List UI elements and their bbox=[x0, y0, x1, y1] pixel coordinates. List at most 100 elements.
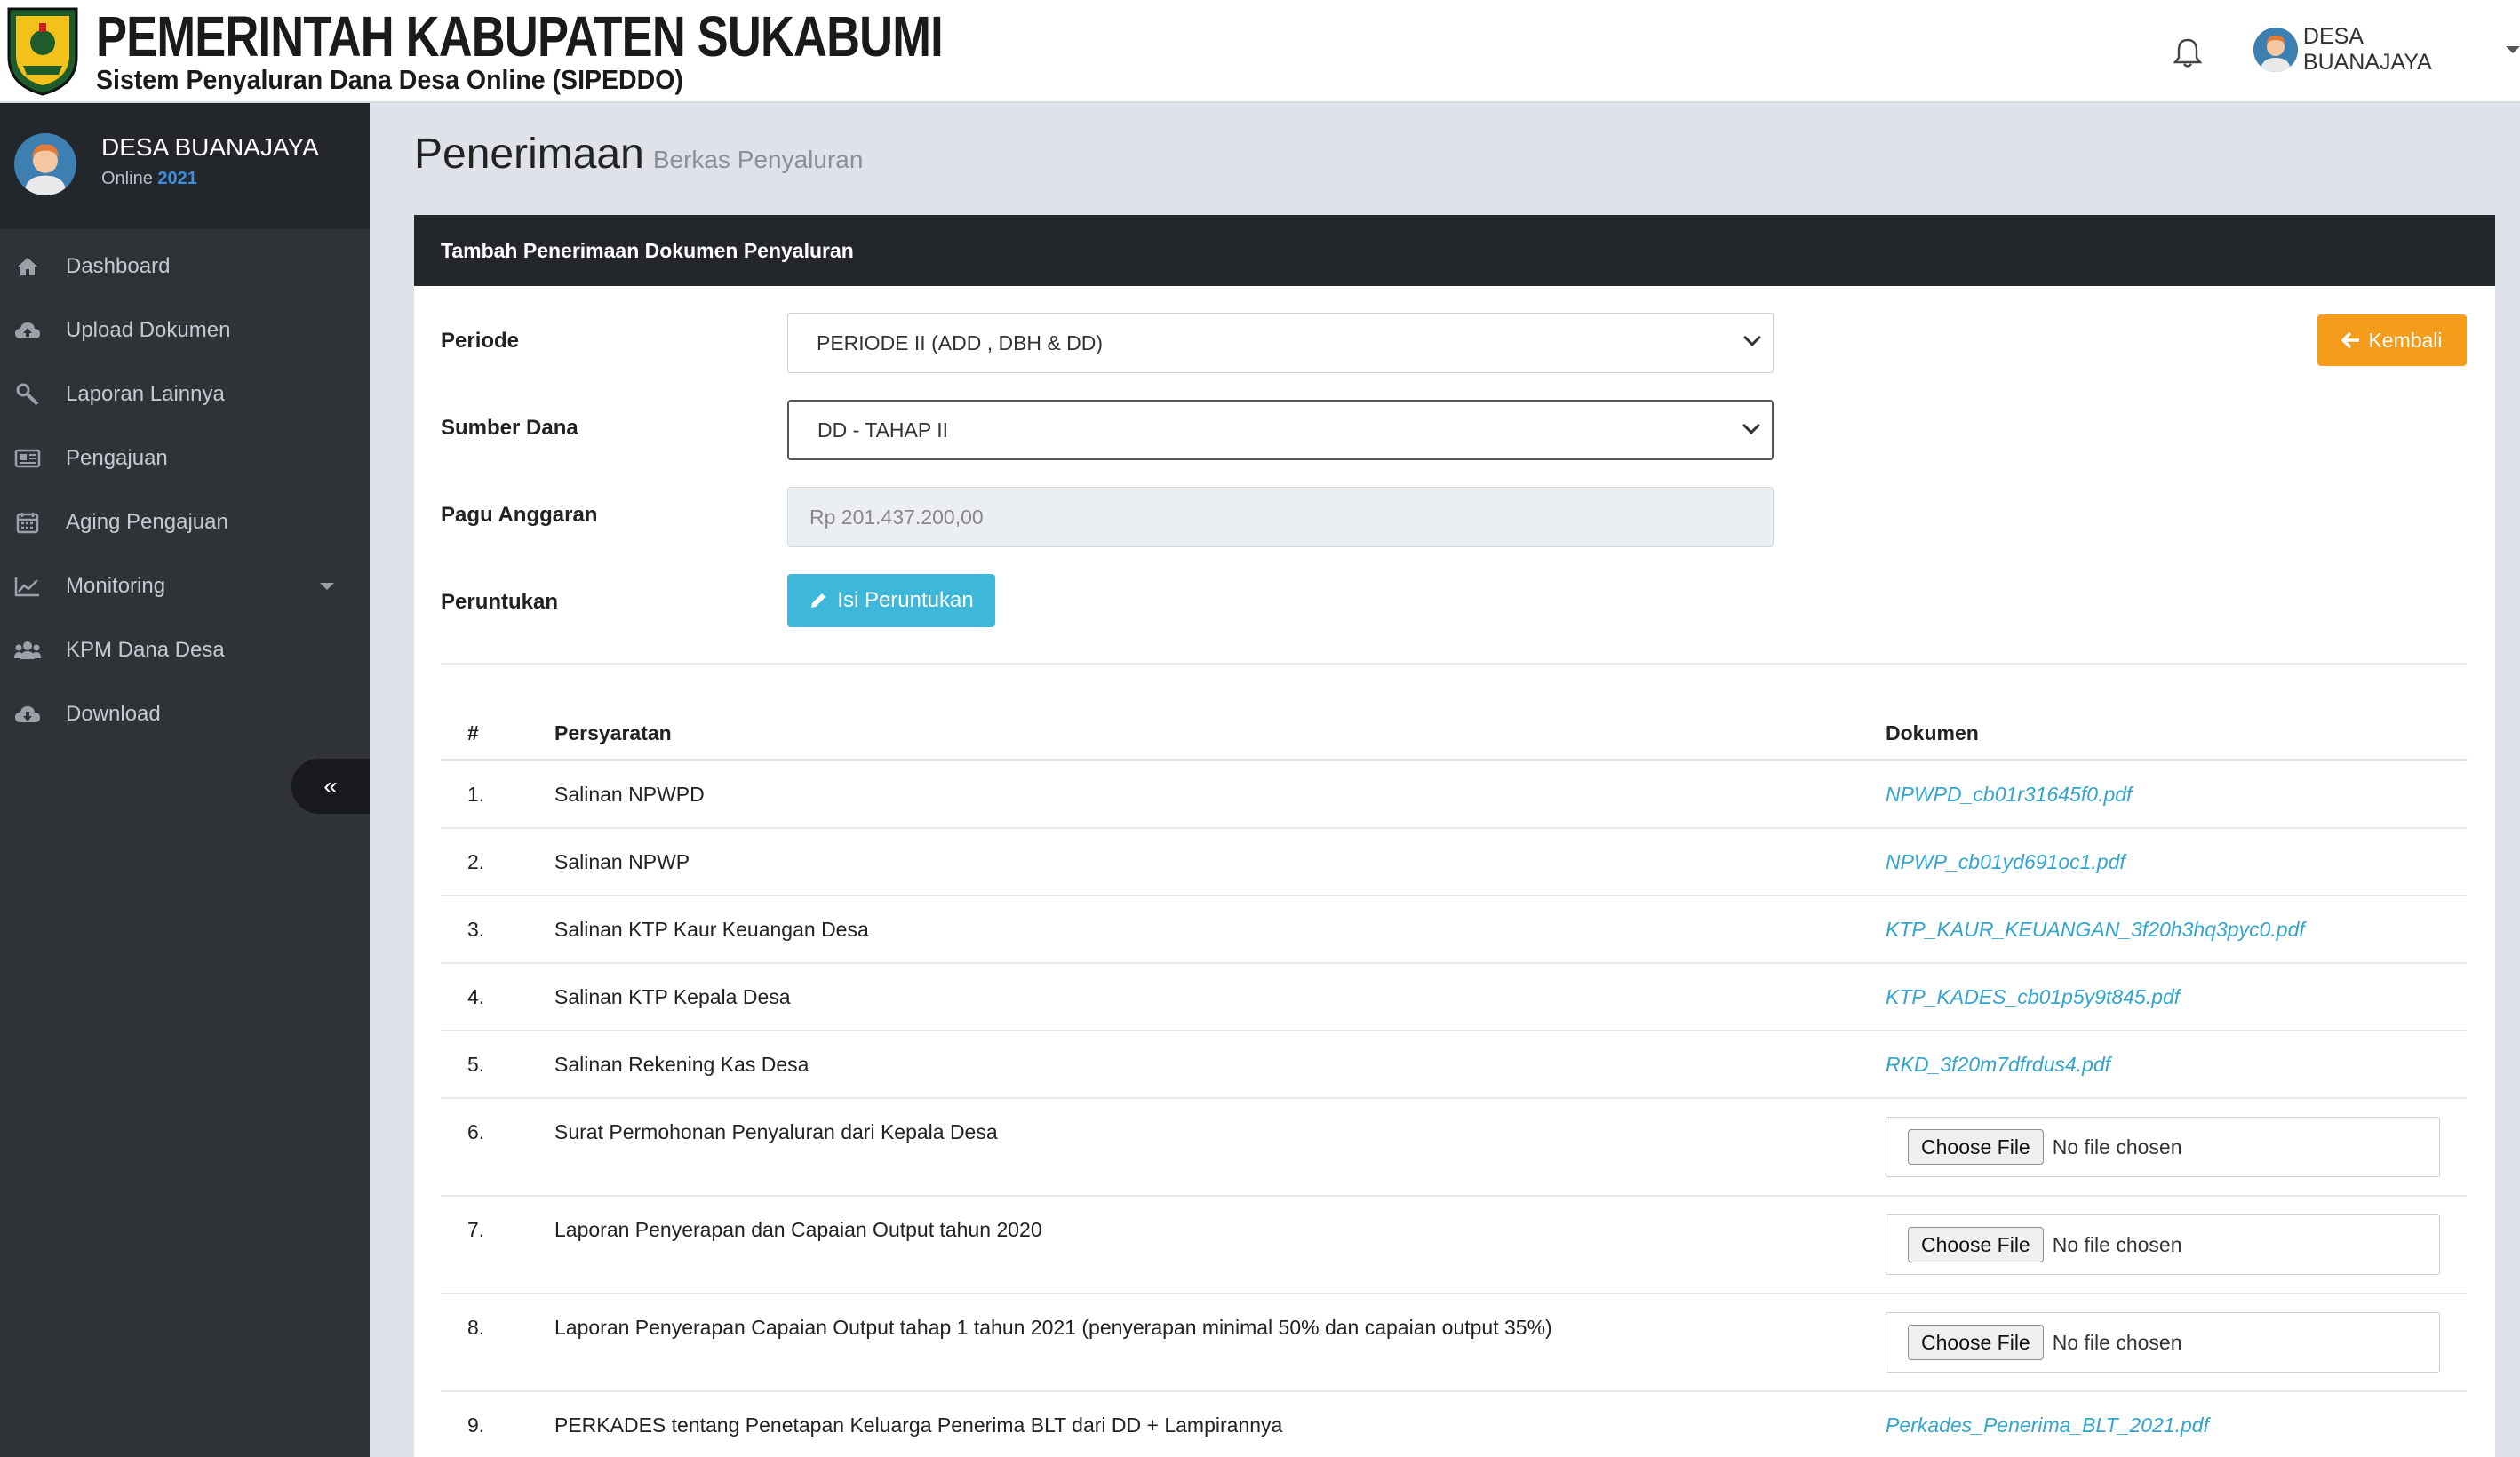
table-row: 7. Laporan Penyerapan dan Capaian Output… bbox=[441, 1197, 2467, 1294]
sidebar-item-label: Pengajuan bbox=[66, 446, 168, 470]
file-input[interactable]: Choose File No file chosen bbox=[1886, 1312, 2440, 1373]
users-icon bbox=[14, 637, 41, 664]
table-row: 6. Surat Permohonan Penyaluran dari Kepa… bbox=[441, 1099, 2467, 1197]
file-input[interactable]: Choose File No file chosen bbox=[1886, 1117, 2440, 1177]
document-link[interactable]: KTP_KADES_cb01p5y9t845.pdf bbox=[1886, 985, 2180, 1009]
requirement-text: Salinan KTP Kepala Desa bbox=[554, 985, 791, 1008]
sidebar-item-pengajuan[interactable]: Pengajuan bbox=[0, 426, 370, 490]
row-number: 2. bbox=[467, 850, 485, 873]
pagu-anggaran-value: Rp 201.437.200,00 bbox=[809, 505, 984, 529]
page-subtitle: Berkas Penyaluran bbox=[652, 146, 864, 173]
sumber-dana-label: Sumber Dana bbox=[441, 416, 578, 440]
sidebar-menu: Dashboard Upload Dokumen Laporan Lainnya… bbox=[0, 235, 370, 746]
table-row: 9. PERKADES tentang Penetapan Keluarga P… bbox=[441, 1392, 2467, 1457]
chevron-down-icon bbox=[2506, 46, 2520, 53]
isi-peruntukan-label: Isi Peruntukan bbox=[837, 588, 974, 612]
sidebar-item-download[interactable]: Download bbox=[0, 682, 370, 746]
chevron-down-icon bbox=[1743, 329, 1761, 346]
sidebar-item-kpm-dana-desa[interactable]: KPM Dana Desa bbox=[0, 618, 370, 682]
sidebar-item-label: Dashboard bbox=[66, 254, 171, 278]
row-number: 7. bbox=[467, 1218, 485, 1241]
sidebar-item-laporan-lainnya[interactable]: Laporan Lainnya bbox=[0, 362, 370, 426]
table-row: 1. Salinan NPWPD NPWPD_cb01r31645f0.pdf bbox=[441, 761, 2467, 829]
sidebar-item-label: Laporan Lainnya bbox=[66, 382, 225, 406]
back-button[interactable]: Kembali bbox=[2317, 314, 2467, 366]
caret-down-icon bbox=[320, 583, 334, 590]
sidebar-item-label: KPM Dana Desa bbox=[66, 638, 225, 662]
row-number: 6. bbox=[467, 1120, 485, 1143]
choose-file-button[interactable]: Choose File bbox=[1908, 1227, 2044, 1262]
table-row: 5. Salinan Rekening Kas Desa RKD_3f20m7d… bbox=[441, 1031, 2467, 1099]
chevron-down-icon bbox=[1742, 417, 1760, 434]
app-title: PEMERINTAH KABUPATEN SUKABUMI bbox=[96, 4, 944, 68]
sidebar-item-monitoring[interactable]: Monitoring bbox=[0, 554, 370, 618]
sidebar-item-label: Monitoring bbox=[66, 574, 166, 598]
requirement-text: Salinan Rekening Kas Desa bbox=[554, 1053, 809, 1076]
status-year: 2021 bbox=[157, 169, 197, 188]
row-number: 8. bbox=[467, 1316, 485, 1339]
document-link[interactable]: Perkades_Penerima_BLT_2021.pdf bbox=[1886, 1413, 2209, 1437]
page-title-text: Penerimaan bbox=[414, 131, 644, 178]
choose-file-button[interactable]: Choose File bbox=[1908, 1129, 2044, 1165]
pagu-anggaran-label: Pagu Anggaran bbox=[441, 503, 598, 527]
file-status-text: No file chosen bbox=[2052, 1232, 2182, 1256]
wrench-icon bbox=[14, 381, 41, 408]
sidebar-item-dashboard[interactable]: Dashboard bbox=[0, 235, 370, 299]
document-link[interactable]: NPWP_cb01yd691oc1.pdf bbox=[1886, 850, 2125, 874]
home-icon bbox=[14, 253, 41, 280]
requirement-text: Salinan KTP Kaur Keuangan Desa bbox=[554, 918, 869, 941]
row-number: 3. bbox=[467, 918, 485, 941]
column-header-persyaratan: Persyaratan bbox=[554, 721, 672, 744]
bell-icon[interactable] bbox=[2172, 36, 2204, 69]
sidebar-item-label: Download bbox=[66, 702, 161, 726]
periode-select[interactable]: PERIODE II (ADD , DBH & DD) bbox=[787, 313, 1774, 373]
sidebar-item-aging-pengajuan[interactable]: Aging Pengajuan bbox=[0, 490, 370, 554]
row-number: 9. bbox=[467, 1413, 485, 1437]
sidebar-item-upload-dokumen[interactable]: Upload Dokumen bbox=[0, 299, 370, 362]
status-label: Online bbox=[101, 169, 153, 188]
user-name: DESA BUANAJAYA bbox=[2302, 24, 2432, 75]
arrow-left-icon bbox=[2341, 331, 2360, 349]
column-header-number: # bbox=[467, 721, 479, 744]
double-chevron-left-icon: « bbox=[323, 772, 338, 800]
row-number: 4. bbox=[467, 985, 485, 1008]
row-number: 1. bbox=[467, 783, 485, 806]
sidebar-collapse-button[interactable]: « bbox=[291, 759, 370, 814]
document-link[interactable]: KTP_KAUR_KEUANGAN_3f20h3hq3pyc0.pdf bbox=[1886, 918, 2305, 942]
sidebar-user-panel: DESA BUANAJAYA Online 2021 bbox=[0, 103, 370, 229]
sidebar-item-label: Aging Pengajuan bbox=[66, 510, 228, 534]
table-row: 4. Salinan KTP Kepala Desa KTP_KADES_cb0… bbox=[441, 964, 2467, 1031]
requirement-text: Salinan NPWP bbox=[554, 850, 690, 873]
sidebar-user-name: DESA BUANAJAYA bbox=[101, 133, 319, 161]
document-link[interactable]: NPWPD_cb01r31645f0.pdf bbox=[1886, 783, 2132, 807]
requirement-text: Laporan Penyerapan dan Capaian Output ta… bbox=[554, 1218, 1042, 1241]
pencil-icon bbox=[811, 593, 826, 608]
column-header-dokumen: Dokumen bbox=[1886, 721, 1979, 744]
table-row: 3. Salinan KTP Kaur Keuangan Desa KTP_KA… bbox=[441, 896, 2467, 964]
row-number: 5. bbox=[467, 1053, 485, 1076]
pagu-anggaran-field: Rp 201.437.200,00 bbox=[787, 487, 1774, 547]
kabupaten-sukabumi-logo bbox=[7, 7, 78, 96]
sidebar-user-status: Online 2021 bbox=[101, 169, 197, 189]
avatar bbox=[14, 133, 76, 195]
calendar-icon bbox=[14, 509, 41, 536]
file-input[interactable]: Choose File No file chosen bbox=[1886, 1214, 2440, 1275]
cloud-download-icon bbox=[14, 701, 41, 728]
document-link[interactable]: RKD_3f20m7dfrdus4.pdf bbox=[1886, 1053, 2110, 1077]
periode-selected-value: PERIODE II (ADD , DBH & DD) bbox=[817, 330, 1104, 354]
requirement-text: Laporan Penyerapan Capaian Output tahap … bbox=[554, 1316, 1552, 1339]
back-button-label: Kembali bbox=[2368, 328, 2443, 352]
sumber-dana-select[interactable]: DD - TAHAP II bbox=[787, 400, 1774, 460]
form-card: Tambah Penerimaan Dokumen Penyaluran Kem… bbox=[414, 215, 2495, 1457]
app-subtitle: Sistem Penyaluran Dana Desa Online (SIPE… bbox=[96, 64, 683, 95]
isi-peruntukan-button[interactable]: Isi Peruntukan bbox=[787, 574, 995, 627]
sidebar-item-label: Upload Dokumen bbox=[66, 318, 231, 342]
newspaper-icon bbox=[14, 445, 41, 472]
divider bbox=[441, 663, 2467, 665]
user-menu[interactable]: DESA BUANAJAYA bbox=[2253, 24, 2520, 75]
requirement-text: PERKADES tentang Penetapan Keluarga Pene… bbox=[554, 1413, 1283, 1437]
card-header: Tambah Penerimaan Dokumen Penyaluran bbox=[414, 215, 2495, 286]
choose-file-button[interactable]: Choose File bbox=[1908, 1325, 2044, 1360]
page-title: Penerimaan Berkas Penyaluran bbox=[414, 130, 863, 179]
periode-label: Periode bbox=[441, 329, 520, 353]
